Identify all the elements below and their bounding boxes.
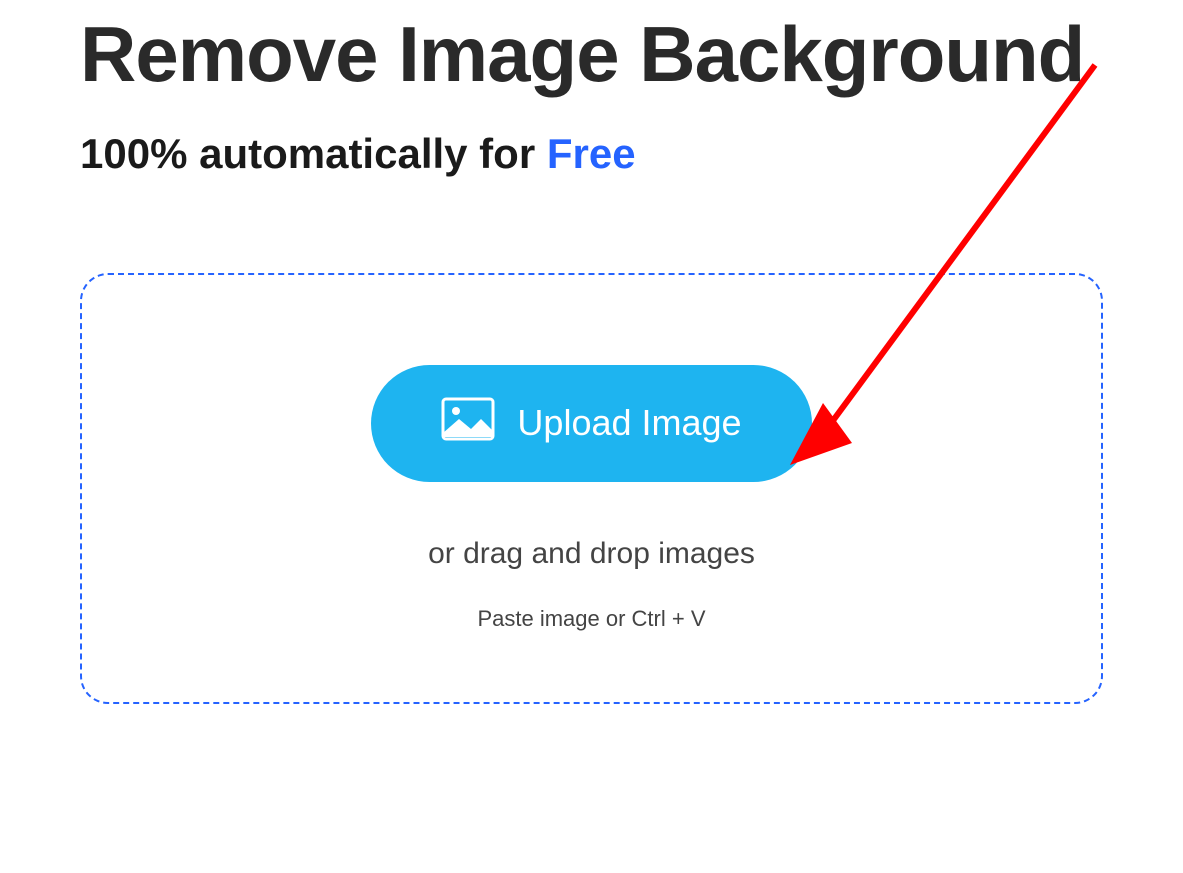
subtitle-highlight: Free	[547, 130, 636, 177]
drag-drop-text: or drag and drop images	[122, 537, 1061, 571]
upload-image-button[interactable]: Upload Image	[371, 365, 811, 482]
image-icon	[441, 397, 495, 450]
page-subtitle: 100% automatically for Free	[80, 130, 1103, 178]
page-title: Remove Image Background	[80, 10, 1103, 100]
upload-button-label: Upload Image	[517, 402, 741, 444]
paste-hint-text: Paste image or Ctrl + V	[122, 606, 1061, 632]
subtitle-prefix: 100% automatically for	[80, 130, 547, 177]
upload-dropzone[interactable]: Upload Image or drag and drop images Pas…	[80, 273, 1103, 704]
